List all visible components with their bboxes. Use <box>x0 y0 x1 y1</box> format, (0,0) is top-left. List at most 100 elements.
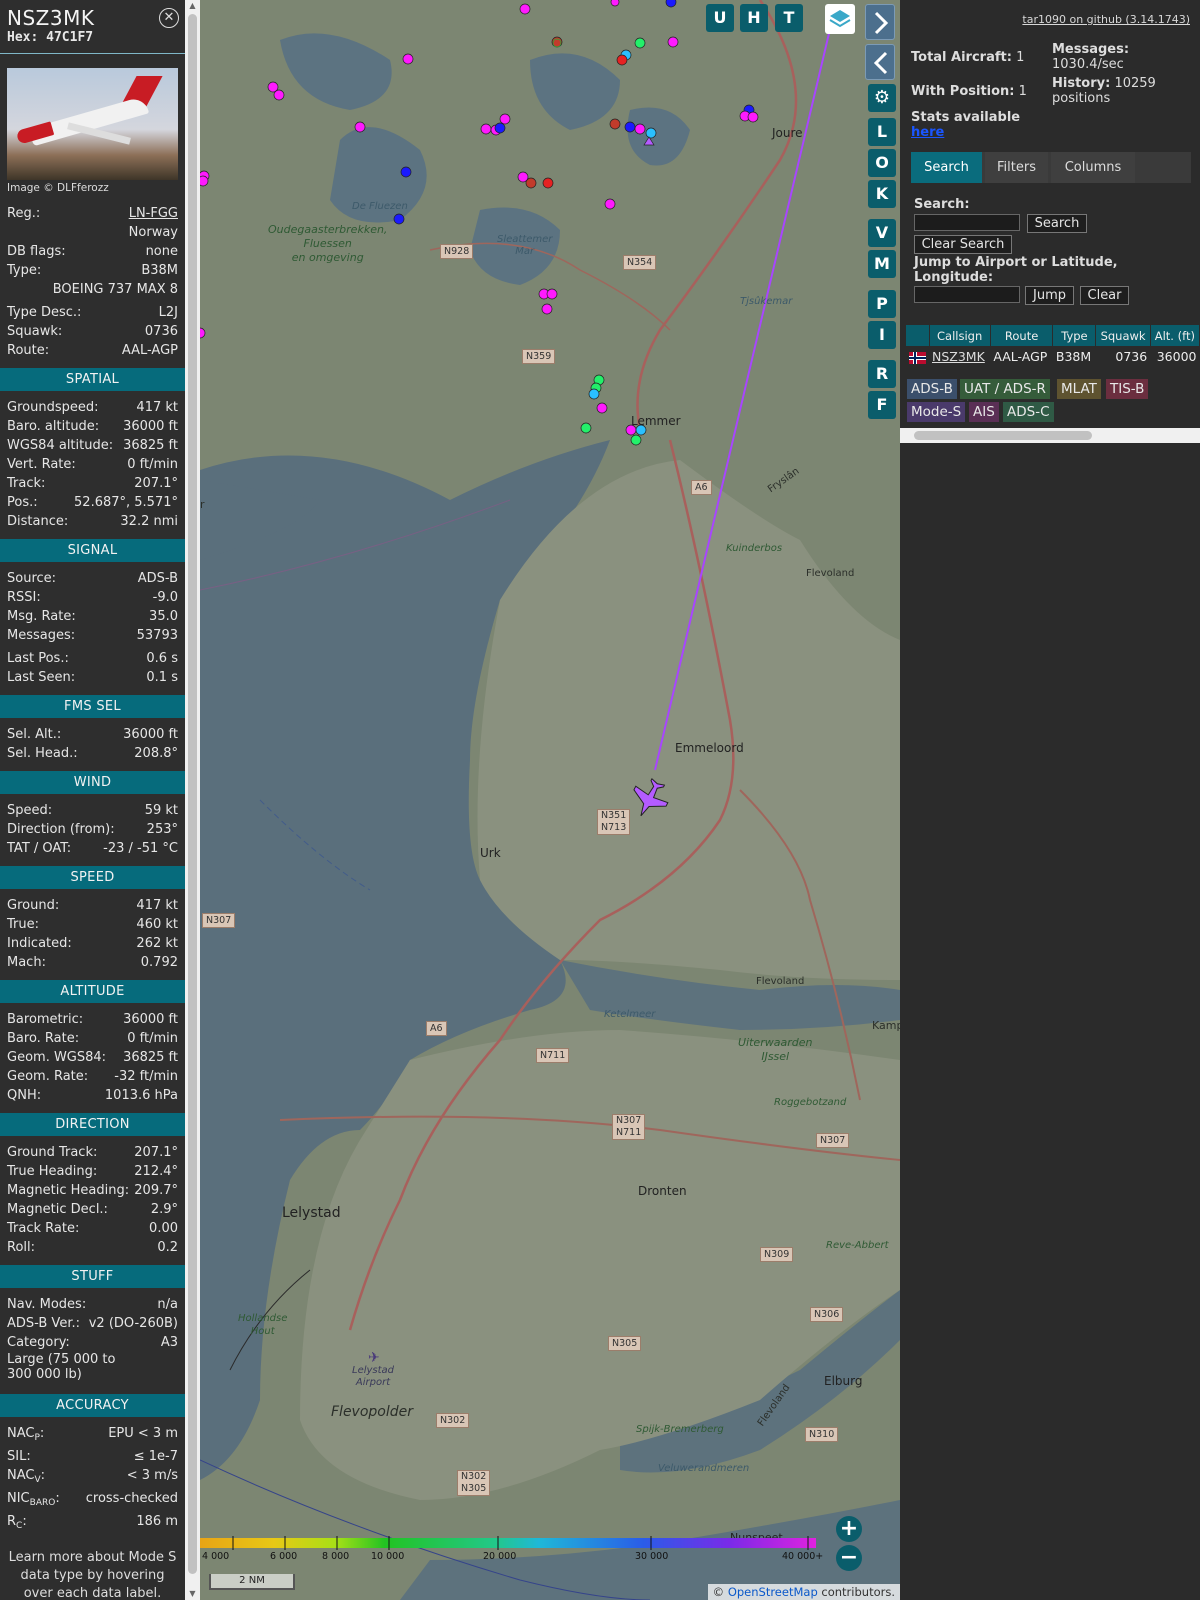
info-panel-scrollbar[interactable]: ▲ ▼ <box>185 0 200 1600</box>
zoom-in-icon[interactable]: + <box>836 1516 862 1542</box>
signal-row: Messages: 53793 <box>0 626 185 645</box>
field-label: Sel. Head.: <box>7 746 78 761</box>
field-label: Ground: <box>7 898 60 913</box>
signal-row: Last Pos.: 0.6 s <box>0 649 185 668</box>
type-full-value: BOEING 737 MAX 8 <box>52 282 178 297</box>
scroll-up-arrow-icon[interactable]: ▲ <box>185 0 200 12</box>
toggle-h-button[interactable]: H <box>740 4 768 32</box>
table-header-row: Callsign Route Type Squawk Alt. (ft) <box>906 325 1200 346</box>
route-row: Route: AAL-AGP <box>0 341 185 360</box>
aircraft-photo[interactable] <box>7 68 178 180</box>
close-icon[interactable]: ✕ <box>159 8 179 28</box>
total-aircraft-stat: Total Aircraft: 1 <box>911 50 1025 65</box>
tab-filters[interactable]: Filters <box>985 152 1048 183</box>
collapse-right-arrow-icon[interactable] <box>865 4 895 40</box>
spatial-row: Baro. altitude: 36000 ft <box>0 417 185 436</box>
field-label: WGS84 altitude: <box>7 438 114 453</box>
road-tag-a6-south: A6 <box>426 1021 447 1036</box>
field-value: 207.1° <box>134 476 178 491</box>
registration-link[interactable]: LN-FGG <box>129 204 178 223</box>
search-input[interactable] <box>914 214 1020 231</box>
toggle-t-button[interactable]: T <box>775 4 803 32</box>
map-label-edge-r: r <box>200 498 205 511</box>
toggle-l-button[interactable]: L <box>868 118 896 146</box>
table-horizontal-scrollbar[interactable] <box>900 428 1200 443</box>
field-value: 0.00 <box>149 1221 178 1236</box>
map-label-dronten: Dronten <box>638 1184 687 1198</box>
toggle-f-button[interactable]: F <box>868 391 896 419</box>
column-header-type[interactable]: Type <box>1052 325 1097 346</box>
column-header-route[interactable]: Route <box>990 325 1054 346</box>
hex-label: Hex: <box>7 30 39 45</box>
toggle-i-button[interactable]: I <box>868 321 896 349</box>
field-label: Last Pos.: <box>7 651 69 666</box>
map-label-flevopolder: Flevopolder <box>331 1404 414 1420</box>
reg-row: Reg.: LN-FGG <box>0 204 185 223</box>
direction-row: Magnetic Decl.: 2.9° <box>0 1200 185 1219</box>
type-row: Type: B38M <box>0 261 185 280</box>
stuff-list: Nav. Modes: n/a ADS-B Ver.: v2 (DO-260B) Cat… <box>0 1295 185 1352</box>
toggle-o-button[interactable]: O <box>868 149 896 177</box>
jump-button[interactable]: Jump <box>1025 286 1074 305</box>
clear-jump-button[interactable]: Clear <box>1080 286 1129 305</box>
field-value: A3 <box>160 1335 178 1350</box>
row-squawk: 0736 <box>1115 349 1148 364</box>
osm-attribution-link[interactable]: OpenStreetMap <box>728 1585 818 1599</box>
field-value: 0.792 <box>140 955 178 970</box>
settings-gear-icon[interactable]: ⚙ <box>868 84 896 112</box>
hscroll-thumb[interactable] <box>914 431 1092 440</box>
search-button[interactable]: Search <box>1027 214 1087 233</box>
column-header-altitude[interactable]: Alt. (ft) <box>1150 325 1200 346</box>
field-value: 262 kt <box>136 936 178 951</box>
row-callsign-link[interactable]: NSZ3MK <box>929 346 990 367</box>
altitude-tick-labels: 4 000 6 000 8 000 10 000 20 000 30 000 4… <box>200 1551 840 1565</box>
toggle-u-button[interactable]: U <box>706 4 734 32</box>
tab-columns[interactable]: Columns <box>1051 152 1135 183</box>
table-row[interactable]: NSZ3MK AAL-AGP B38M 0736 36000 <box>906 346 1200 367</box>
scroll-down-arrow-icon[interactable]: ▼ <box>185 1588 200 1600</box>
toggle-k-button[interactable]: K <box>868 180 896 208</box>
spatial-row: WGS84 altitude: 36825 ft <box>0 436 185 455</box>
field-value: 460 kt <box>136 917 178 932</box>
reg-label: Reg.: <box>7 206 41 221</box>
field-label: Mach: <box>7 955 46 970</box>
layers-icon[interactable] <box>825 4 855 34</box>
toggle-p-button[interactable]: P <box>868 290 896 318</box>
spatial-row: Pos.: 52.687°, 5.571° <box>0 493 185 512</box>
toggle-v-button[interactable]: V <box>868 219 896 247</box>
map-view[interactable]: Joure De Fluezen Oudegaasterbrekken, Flu… <box>200 0 900 1600</box>
map-label-joure: Joure <box>772 126 803 140</box>
alt-tick: 4 000 <box>202 1551 230 1562</box>
scrollbar-thumb[interactable] <box>188 14 197 1574</box>
aircraft-info-panel: NSZ3MK Hex: 47C1F7 ✕ Image © DLFferozz R… <box>0 0 185 1600</box>
expand-left-arrow-icon[interactable] <box>865 44 895 80</box>
field-value: 36825 ft <box>123 1050 178 1065</box>
github-version-link[interactable]: tar1090 on github (3.14.1743) <box>1022 13 1190 26</box>
toggle-m-button[interactable]: M <box>868 250 896 278</box>
map-label-hollandse-hout: Hollandse Hout <box>238 1313 288 1337</box>
altitude-row: Baro. Rate: 0 ft/min <box>0 1029 185 1048</box>
column-header-squawk[interactable]: Squawk <box>1095 325 1151 346</box>
map-label-roggebotzand: Roggebotzand <box>774 1097 847 1108</box>
toggle-r-button[interactable]: R <box>868 360 896 388</box>
section-accuracy: ACCURACY <box>0 1394 185 1417</box>
type-value: B38M <box>141 263 178 278</box>
dbflags-value: none <box>145 244 178 259</box>
alt-tick: 30 000 <box>635 1551 669 1562</box>
nacv-label: NACV: <box>7 1468 46 1485</box>
road-tag-n306: N306 <box>810 1307 844 1322</box>
jump-input[interactable] <box>914 286 1020 303</box>
column-header-callsign[interactable]: Callsign <box>929 325 991 346</box>
road-tag-n351: N351 N713 <box>597 809 631 835</box>
tab-search[interactable]: Search <box>911 152 982 183</box>
road-tag-a6-north: A6 <box>691 480 712 495</box>
field-value: 59 kt <box>144 803 178 818</box>
messages-stat: Messages: 1030.4/sec <box>1052 42 1130 72</box>
field-value: v2 (DO-260B) <box>88 1316 178 1331</box>
stats-here-link[interactable]: here <box>911 125 944 140</box>
zoom-out-icon[interactable]: − <box>836 1545 862 1571</box>
field-value: 2.9° <box>150 1202 178 1217</box>
clear-search-button[interactable]: Clear Search <box>914 235 1012 254</box>
signal-row: Source: ADS-B <box>0 569 185 588</box>
legend-ais: AIS <box>969 402 999 422</box>
